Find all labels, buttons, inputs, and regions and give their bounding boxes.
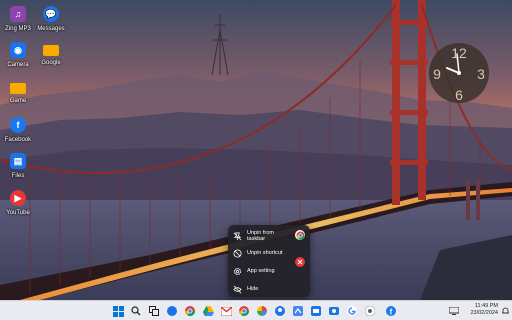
clock-number-6: 6 — [455, 87, 463, 103]
network-tray-button[interactable] — [448, 305, 460, 317]
start-button[interactable] — [112, 305, 124, 317]
tray-time: 11:49 PM — [474, 303, 498, 309]
taskbar-app-google-maps[interactable] — [292, 305, 304, 317]
folder-icon — [10, 83, 26, 94]
search-button[interactable] — [130, 305, 142, 317]
chrome-icon — [185, 306, 195, 316]
menu-item-label: App setting — [247, 267, 275, 274]
desktop-icon-game[interactable]: Game — [0, 80, 36, 104]
youtube-icon: ▶ — [10, 190, 26, 206]
desktop-icon-zing-mp3[interactable]: ♫ Zing MP3 — [0, 6, 36, 32]
bell-icon — [502, 307, 509, 314]
files-icon: ▤ — [10, 153, 26, 169]
gear-icon — [232, 266, 242, 276]
desktop-icon-label: Camera — [7, 62, 29, 68]
taskbar-app-maps[interactable] — [274, 305, 286, 317]
network-icon — [449, 307, 459, 315]
desktop: ♫ Zing MP3 💬 Messages ◉ Camera Google Ga… — [0, 0, 512, 300]
clock-number-3: 3 — [477, 66, 485, 82]
desktop-icon-label: YouTube — [6, 210, 30, 216]
hide-icon — [232, 284, 242, 294]
task-view-button[interactable] — [148, 305, 160, 317]
taskbar-app-gmail[interactable] — [220, 305, 232, 317]
windows-icon — [112, 305, 124, 317]
taskbar-app-lens[interactable] — [364, 305, 376, 317]
desktop-icon-label: Facebook — [4, 137, 32, 143]
taskbar-app-chrome-active[interactable] — [238, 305, 250, 317]
desktop-icon-google[interactable]: Google — [33, 42, 69, 66]
desktop-icon-facebook[interactable]: f Facebook — [0, 117, 36, 143]
svg-text:f: f — [390, 308, 393, 317]
unpin-icon — [232, 231, 242, 241]
taskbar-app-messages[interactable] — [166, 305, 178, 317]
desktop-icon-messages[interactable]: 💬 Messages — [33, 6, 69, 32]
folder-icon — [43, 45, 59, 56]
google-icon — [347, 306, 357, 316]
menu-item-label: Hide — [247, 285, 259, 292]
drive-icon — [202, 306, 214, 316]
menu-item-label: Unpin from taskbar — [247, 229, 274, 243]
taskbar-app-google[interactable] — [346, 305, 358, 317]
taskbar-context-menu: Unpin from taskbar Unpin shortcut App se… — [228, 225, 310, 297]
desktop-icon-camera[interactable]: ◉ Camera — [0, 42, 36, 68]
desktop-icon-label: Files — [11, 173, 25, 179]
camera-icon — [329, 307, 339, 315]
lens-icon — [365, 306, 375, 316]
taskbar-app-mail[interactable] — [310, 305, 322, 317]
tray-clock[interactable]: 11:49 PM 23/02/2024 — [470, 303, 498, 317]
gmail-icon — [220, 306, 232, 316]
messages-icon — [167, 306, 177, 316]
desktop-icon-youtube[interactable]: ▶ YouTube — [0, 190, 36, 216]
photos-icon — [257, 306, 267, 316]
taskbar-app-camera[interactable] — [328, 305, 340, 317]
desktop-icon-label: Zing MP3 — [5, 26, 31, 32]
analog-clock-widget[interactable]: 12 3 6 9 — [428, 42, 490, 104]
menu-item-label: Unpin shortcut — [247, 249, 283, 256]
unpin-shortcut-icon — [232, 248, 242, 258]
mail-icon — [311, 306, 321, 316]
search-icon — [131, 306, 141, 316]
task-view-icon — [149, 306, 159, 316]
desktop-icon-label: Game — [9, 98, 27, 104]
camera-icon: ◉ — [10, 42, 26, 58]
menu-item-hide[interactable]: Hide — [228, 281, 310, 297]
clock-number-9: 9 — [433, 66, 441, 82]
desktop-icon-label: Google — [41, 60, 61, 66]
chrome-icon — [239, 306, 249, 316]
taskbar-app-drive[interactable] — [202, 305, 214, 317]
map-icon — [293, 306, 303, 316]
desktop-icon-files[interactable]: ▤ Files — [0, 153, 36, 179]
taskbar-app-chrome[interactable] — [184, 305, 196, 317]
taskbar-app-photos[interactable] — [256, 305, 268, 317]
maps-icon — [275, 306, 285, 316]
clock-number-12: 12 — [451, 45, 467, 61]
chrome-icon[interactable] — [295, 230, 305, 240]
taskbar: f 11:49 PM 23/02/2024 — [0, 300, 512, 320]
zing-mp3-icon: ♫ — [10, 6, 26, 22]
notification-button[interactable] — [501, 305, 510, 317]
desktop-icon-label: Messages — [37, 26, 65, 32]
taskbar-app-facebook[interactable]: f — [385, 305, 397, 317]
close-icon[interactable] — [295, 257, 305, 267]
tray-date: 23/02/2024 — [470, 310, 498, 316]
facebook-icon: f — [10, 117, 26, 133]
facebook-icon: f — [386, 306, 396, 316]
messages-icon: 💬 — [43, 6, 59, 22]
